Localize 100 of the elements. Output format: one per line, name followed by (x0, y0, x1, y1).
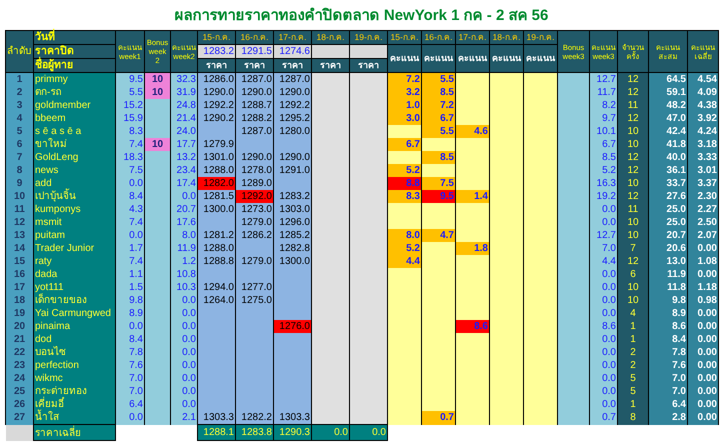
table-cell: 8.4 (116, 333, 144, 346)
table-cell: 12 (6, 216, 34, 229)
table-cell: 0.00 (688, 242, 718, 255)
column-header: 19-ก.ค. (524, 30, 558, 44)
table-cell: 3.18 (688, 138, 718, 151)
closing-price-cell: 1291.5 (236, 44, 274, 58)
table-cell: 0.00 (688, 307, 718, 320)
table-cell: 4.3 (116, 203, 144, 216)
table-cell: 1280.0 (274, 125, 312, 138)
table-cell: 1288.0 (198, 164, 236, 177)
table-cell: 7.8 (648, 346, 688, 359)
column-header: คะแนน (456, 44, 490, 72)
table-cell: 1282.2 (236, 411, 274, 424)
table-cell: 7.0 (116, 385, 144, 398)
table-cell: 3.37 (688, 177, 718, 190)
table-cell: 1.0 (388, 99, 422, 112)
table-cell: 5 (6, 125, 34, 138)
table-cell: บอนไซ (34, 346, 116, 359)
table-cell: 5.2 (590, 164, 618, 177)
table-cell: 10 (618, 177, 648, 190)
table-cell: 0.00 (688, 268, 718, 281)
column-header: 18-ก.ค. (312, 30, 350, 44)
table-cell: 9.8 (116, 294, 144, 307)
table-cell: 40.0 (648, 151, 688, 164)
table-cell: 16.3 (590, 177, 618, 190)
table-cell: 15.9 (116, 112, 144, 125)
table-cell: raty (34, 255, 116, 268)
table-cell: 18.3 (116, 151, 144, 164)
table-cell: 8.3 (388, 190, 422, 203)
table-cell: 4.09 (688, 86, 718, 99)
table-cell: 0.0 (116, 177, 144, 190)
table-cell: 11.8 (648, 281, 688, 294)
table-cell: 1 (618, 398, 648, 411)
table-cell: 11 (618, 203, 648, 216)
table-cell: 12 (618, 112, 648, 125)
table-cell: 4.24 (688, 125, 718, 138)
table-cell: 0.0 (590, 333, 618, 346)
table-cell: 0.0 (170, 307, 198, 320)
table-cell: 8 (618, 411, 648, 424)
table-cell: 8.6 (456, 320, 490, 333)
table-cell: 8.9 (648, 307, 688, 320)
table-cell: 1276.0 (274, 320, 312, 333)
table-cell: 3 (6, 99, 34, 112)
table-cell: 10 (618, 281, 648, 294)
table-cell: 1281.2 (198, 229, 236, 242)
table-cell: 0.0 (590, 372, 618, 385)
bonus-cell: 10 (144, 86, 170, 99)
table-cell: 0.00 (688, 372, 718, 385)
table-cell: msmit (34, 216, 116, 229)
table-cell: 4.38 (688, 99, 718, 112)
table-cell: 2.1 (170, 411, 198, 424)
table-cell: 20.6 (648, 242, 688, 255)
table-cell: 1279.9 (198, 138, 236, 151)
column-header: คะแนน (388, 44, 422, 72)
table-cell: news (34, 164, 116, 177)
table-cell: perfection (34, 359, 116, 372)
table-cell: 1.8 (456, 242, 490, 255)
table-cell: 0.00 (688, 333, 718, 346)
table-cell: 0.0 (170, 372, 198, 385)
table-cell: 0.0 (170, 320, 198, 333)
table-cell: 1281.5 (198, 190, 236, 203)
table-cell: puitam (34, 229, 116, 242)
table-cell: 0.0 (170, 346, 198, 359)
table-cell: 3.0 (388, 112, 422, 125)
table-cell: 2.8 (648, 411, 688, 424)
table-cell: 0.00 (688, 398, 718, 411)
table-cell: 16 (6, 268, 34, 281)
table-cell: 64.5 (648, 72, 688, 86)
table-cell: 42.4 (648, 125, 688, 138)
table-cell: 0.0 (590, 216, 618, 229)
table-cell: 1294.0 (198, 281, 236, 294)
table-cell: 1288.1 (198, 424, 236, 440)
table-cell: 3.33 (688, 151, 718, 164)
table-cell: 8.0 (170, 229, 198, 242)
table-cell: 8.5 (422, 86, 456, 99)
table-cell: 1.1 (116, 268, 144, 281)
table-cell: 0.0 (590, 385, 618, 398)
table-cell: 4 (618, 307, 648, 320)
table-cell: 0.00 (688, 411, 718, 424)
table-cell: 6.7 (422, 112, 456, 125)
table-cell: 27.6 (648, 190, 688, 203)
table-cell: 7.2 (422, 99, 456, 112)
sheet-title: ผลการทายราคาทองคำปิดตลาด NewYork 1 กค - 2 สค 56 (174, 6, 550, 26)
table-cell: 2.07 (688, 229, 718, 242)
table-cell: 10 (618, 138, 648, 151)
table-cell: 25.0 (648, 216, 688, 229)
table-cell: 1286.0 (198, 72, 236, 86)
table-cell: 1289.0 (236, 177, 274, 190)
table-cell: 1290.0 (236, 86, 274, 99)
table-cell: 0.00 (688, 320, 718, 333)
table-cell: 1.7 (116, 242, 144, 255)
table-cell: 25 (6, 385, 34, 398)
table-cell: goldmember (34, 99, 116, 112)
table-cell: 1288.2 (236, 112, 274, 125)
table-cell: 13 (6, 229, 34, 242)
table-cell: ขาใหม่ (34, 138, 116, 151)
table-cell: bbeem (34, 112, 116, 125)
table-cell: GoldLeng (34, 151, 116, 164)
table-cell: 10 (618, 229, 648, 242)
table-cell: 5.2 (388, 242, 422, 255)
